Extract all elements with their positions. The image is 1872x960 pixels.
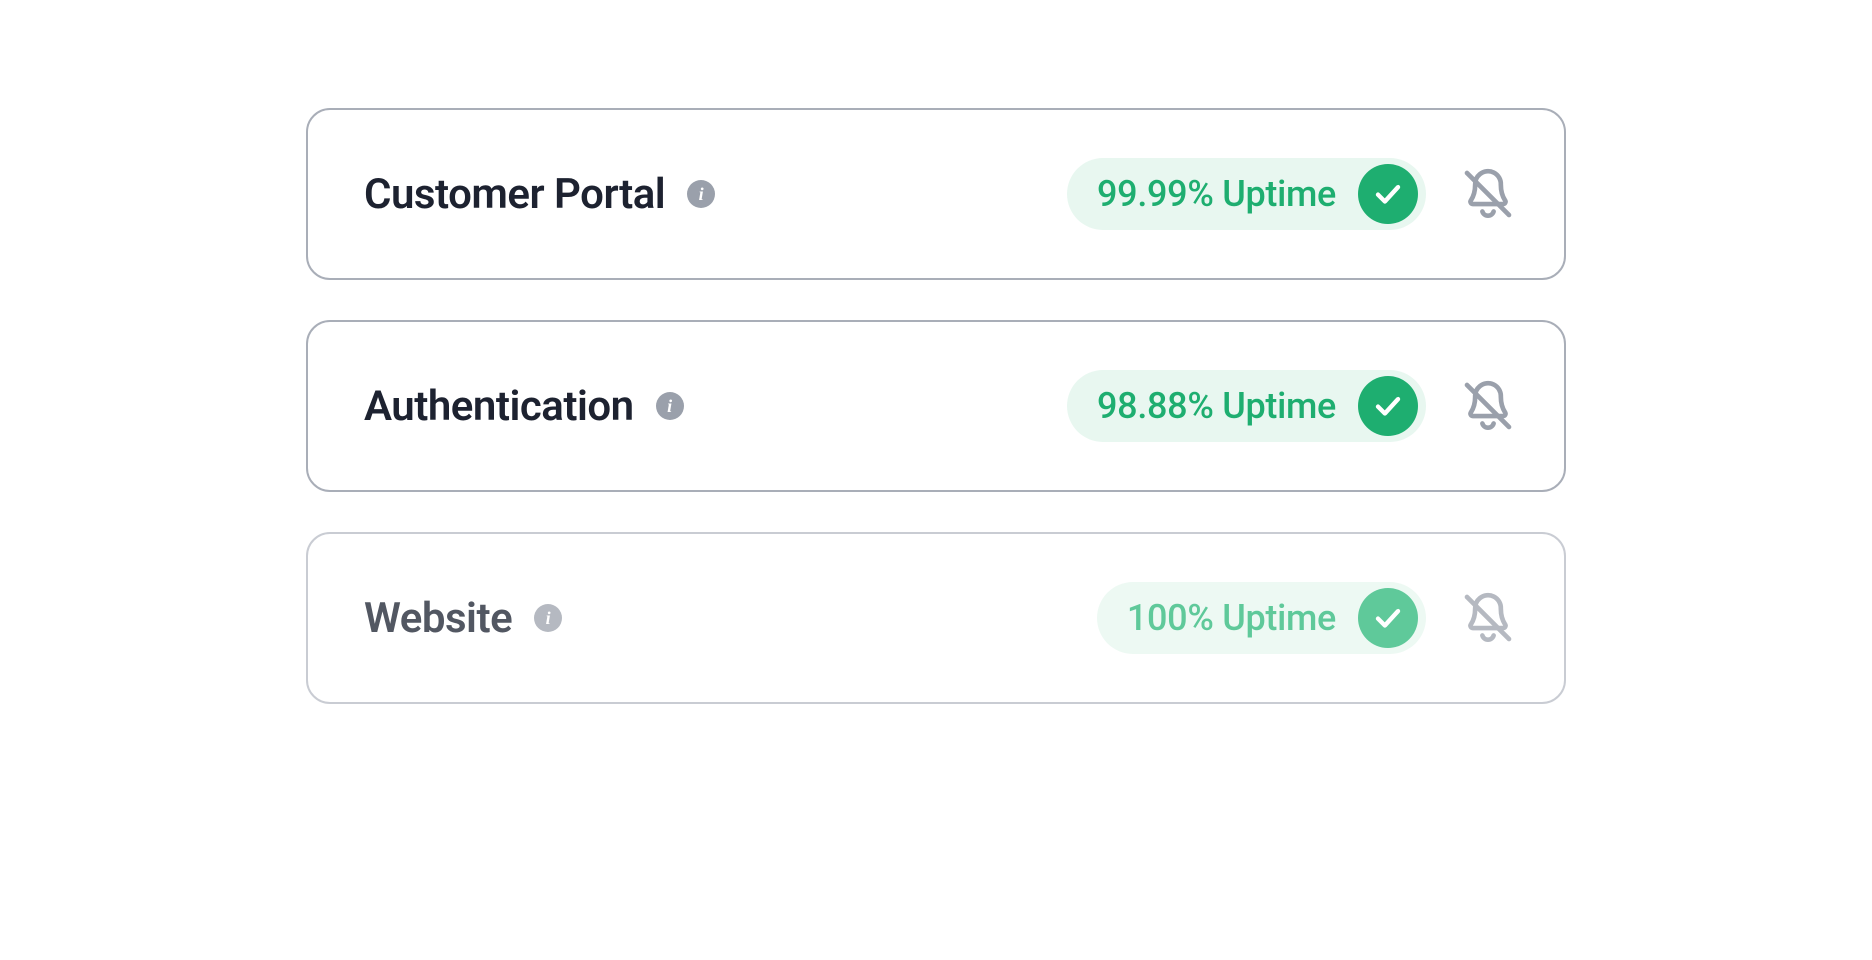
uptime-pill: 99.99% Uptime (1067, 158, 1426, 230)
uptime-pill: 98.88% Uptime (1067, 370, 1426, 442)
uptime-pill: 100% Uptime (1097, 582, 1426, 654)
service-name: Website (364, 594, 512, 643)
check-icon (1358, 588, 1418, 648)
bell-off-icon[interactable] (1456, 162, 1520, 226)
service-card[interactable]: Website i 100% Uptime (306, 532, 1566, 704)
bell-off-icon[interactable] (1456, 374, 1520, 438)
uptime-text: 100% Uptime (1127, 597, 1336, 639)
check-icon (1358, 376, 1418, 436)
service-card[interactable]: Authentication i 98.88% Uptime (306, 320, 1566, 492)
uptime-text: 98.88% Uptime (1097, 385, 1336, 427)
service-card[interactable]: Customer Portal i 99.99% Uptime (306, 108, 1566, 280)
status-list: Customer Portal i 99.99% Uptime Authenti… (306, 0, 1566, 704)
info-icon[interactable]: i (534, 604, 562, 632)
info-icon[interactable]: i (656, 392, 684, 420)
uptime-text: 99.99% Uptime (1097, 173, 1336, 215)
service-name: Customer Portal (364, 170, 665, 219)
bell-off-icon[interactable] (1456, 586, 1520, 650)
info-icon[interactable]: i (687, 180, 715, 208)
check-icon (1358, 164, 1418, 224)
service-name: Authentication (364, 382, 634, 431)
